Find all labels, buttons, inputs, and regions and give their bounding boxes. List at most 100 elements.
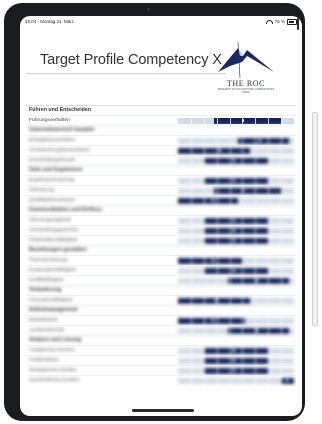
scale-tick — [255, 137, 256, 144]
scale-tick — [268, 257, 269, 264]
competency-scale — [178, 187, 294, 194]
status-bar: 15:04 · Montag 21. März 76 % — [20, 16, 302, 26]
scale-tick — [242, 327, 244, 334]
profile-rows: Führungsverhalten Unternehmerisch handeln… — [26, 115, 296, 385]
scale-tick — [242, 137, 244, 144]
scale-tick — [268, 187, 269, 194]
scale-tick — [242, 217, 244, 224]
scale-tick — [255, 367, 256, 374]
competency-label: Entscheidungsfreude — [29, 158, 75, 163]
competency-row: Entscheidungsfreude — [26, 155, 296, 165]
scale-tick — [203, 187, 205, 194]
scale-tick — [216, 177, 218, 184]
scale-tick — [268, 297, 269, 304]
target-range-bar — [203, 237, 269, 244]
scale-tick — [229, 257, 231, 264]
scale-tick — [242, 257, 244, 264]
scale-tick — [216, 157, 218, 164]
scale-tick — [268, 317, 269, 324]
target-range-bar — [203, 217, 269, 224]
section-heading: Kommunikation und Einfluss — [26, 205, 296, 215]
competency-row: Präsentationsfähigkeit — [26, 235, 296, 245]
scale-tick — [190, 237, 192, 244]
title-divider — [26, 73, 226, 74]
competency-scale — [178, 157, 294, 164]
scale-tick — [268, 377, 269, 384]
competency-scale — [178, 267, 294, 274]
wifi-icon — [265, 19, 273, 24]
competency-row: Belastbarkeit — [26, 315, 296, 325]
scale-tick — [216, 237, 218, 244]
scale-tick — [190, 197, 192, 204]
scale-tick — [281, 197, 282, 204]
scale-tick — [242, 237, 244, 244]
scale-tick — [203, 347, 205, 354]
scale-tick — [190, 277, 192, 284]
scale-tick — [281, 357, 282, 364]
competency-scale — [178, 377, 294, 384]
volume-button — [297, 18, 299, 30]
ipad-device-frame: 15:04 · Montag 21. März 76 % Target Prof… — [4, 3, 305, 421]
competency-row: Zielsetzung — [26, 185, 296, 195]
competency-row: Teamorientierung — [26, 255, 296, 265]
scale-tick — [203, 357, 205, 364]
competency-label: Analytisches Denken — [29, 348, 75, 353]
scale-tick — [229, 277, 231, 284]
competency-row: Strategisches Denken — [26, 365, 296, 375]
scale-tick — [229, 377, 231, 384]
target-point-marker — [232, 239, 235, 242]
scale-tick — [229, 227, 231, 234]
scale-tick — [203, 257, 205, 264]
competency-scale — [178, 177, 294, 184]
target-point-marker — [241, 189, 245, 192]
scale-tick — [216, 117, 218, 124]
scale-tick — [242, 367, 244, 374]
competency-scale — [178, 297, 294, 304]
section-heading: Selbstmanagement — [26, 305, 296, 315]
competency-label: Qualitätsbewusstsein — [29, 198, 76, 203]
competency-scale — [178, 327, 294, 334]
target-point-marker — [255, 279, 258, 282]
competency-scale — [178, 317, 294, 324]
page-title: Target Profile Competency X — [40, 52, 222, 68]
scale-tick — [281, 237, 282, 244]
competency-scale — [178, 277, 294, 284]
scale-tick — [281, 327, 282, 334]
scale-tick — [203, 377, 205, 384]
competency-row: Ganzheitliches Denken — [26, 375, 296, 385]
competency-label: Führungsverhalten — [29, 118, 70, 123]
competency-label: Ergebnisorientierung — [29, 178, 75, 183]
scale-tick — [229, 197, 231, 204]
target-range-bar — [203, 367, 269, 374]
target-point-marker — [211, 259, 214, 262]
scale-tick — [281, 187, 282, 194]
competency-scale — [178, 367, 294, 374]
home-indicator[interactable] — [132, 409, 194, 412]
scale-tick — [242, 147, 244, 154]
competency-scale — [178, 357, 294, 364]
competency-label: Überzeugungskraft — [29, 218, 71, 223]
scale-tick — [281, 137, 282, 144]
competency-label: Präsentationsfähigkeit — [29, 238, 78, 243]
company-logo: THE ROC RESEARCH ON OCCUPATIONAL COMPETE… — [216, 41, 276, 104]
scale-tick — [229, 137, 231, 144]
scale-tick — [229, 317, 231, 324]
scale-tick — [255, 317, 256, 324]
competency-label: Teamorientierung — [29, 258, 67, 263]
scale-tick — [216, 367, 218, 374]
target-point-marker — [232, 179, 235, 182]
battery-percentage: 76 % — [274, 19, 285, 25]
scale-tick — [216, 147, 218, 154]
front-camera — [147, 8, 150, 11]
competency-label: Zielsetzung — [29, 188, 55, 193]
competency-label: Strategisches Denken — [29, 368, 77, 373]
status-indicators: 76 % — [265, 19, 297, 25]
section-heading: Beziehungen gestalten — [26, 245, 296, 255]
section-heading: Analyse und Lösung — [26, 335, 296, 345]
scale-tick — [268, 277, 269, 284]
scale-tick — [281, 227, 282, 234]
target-range-bar — [227, 327, 290, 334]
scale-tick — [216, 137, 218, 144]
scale-tick — [281, 117, 282, 124]
scale-tick — [268, 347, 269, 354]
